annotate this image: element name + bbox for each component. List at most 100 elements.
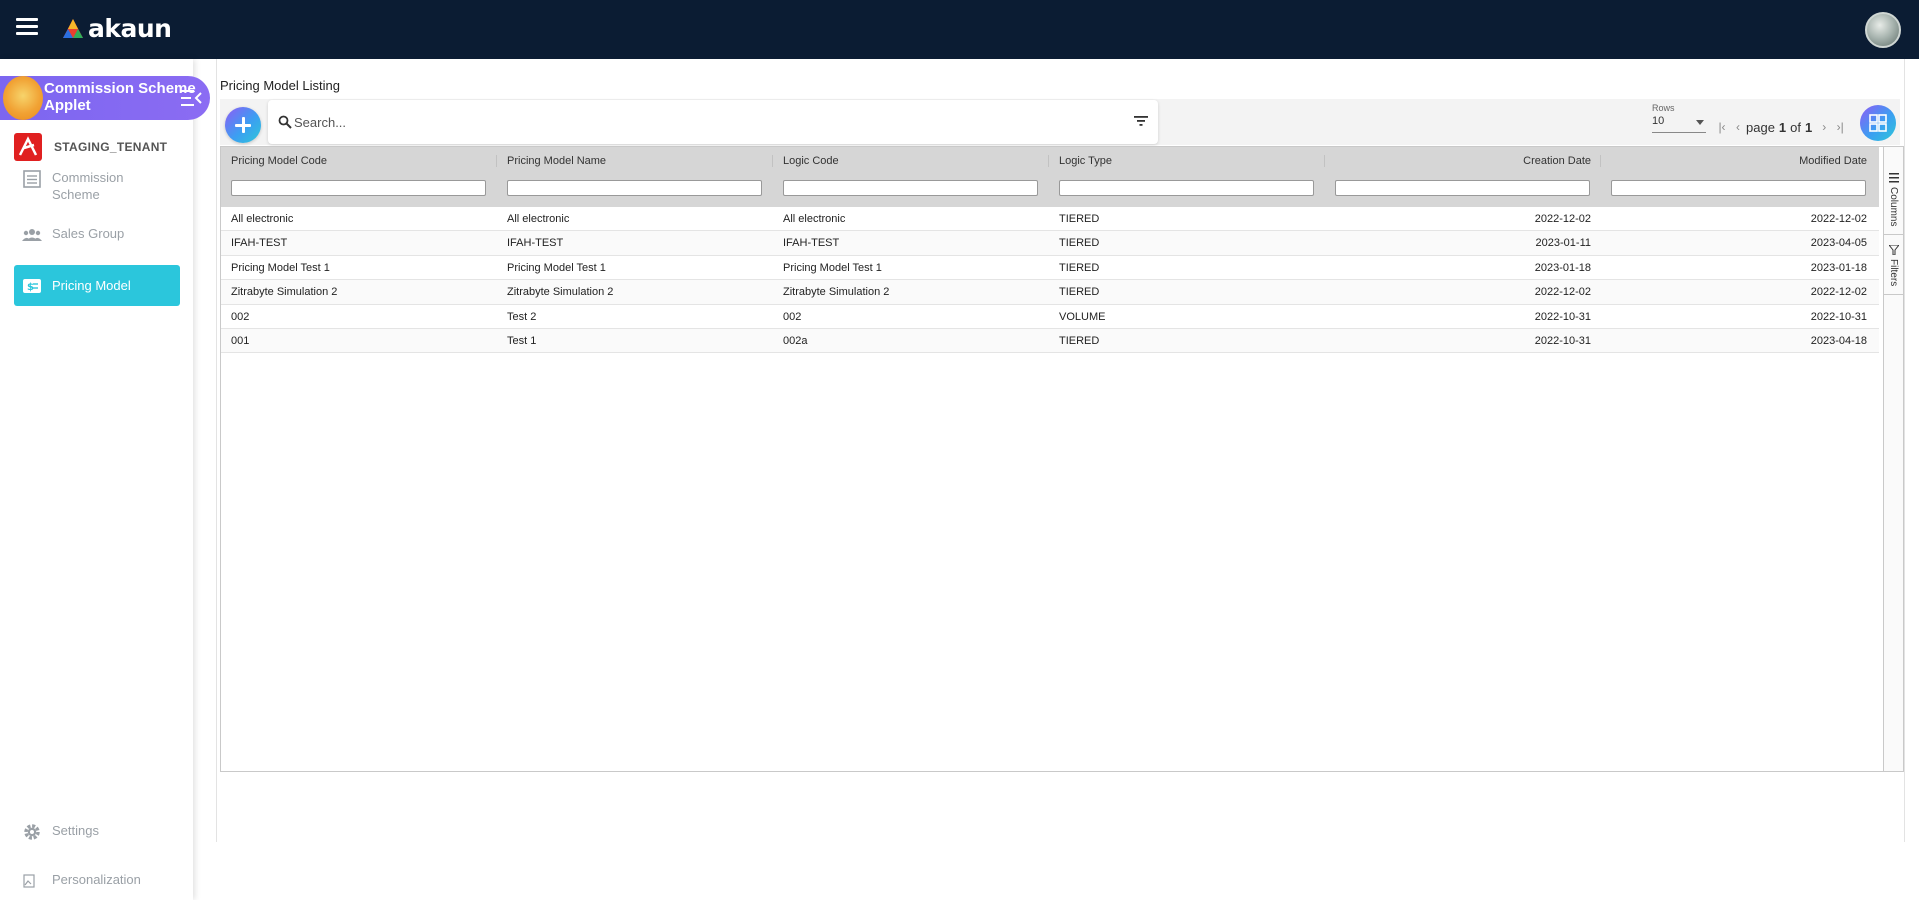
user-avatar[interactable] — [1865, 12, 1901, 48]
svg-text:$: $ — [27, 282, 34, 293]
table-cell: 002 — [231, 310, 250, 323]
rows-label: Rows — [1652, 103, 1675, 113]
table-cell: All electronic — [231, 213, 294, 225]
table-cell: Test 1 — [507, 334, 537, 347]
filter-funnel-icon — [1889, 245, 1899, 255]
applet-header: Commission Scheme Applet — [0, 76, 210, 120]
rows-per-page: Rows 10 — [1652, 103, 1706, 133]
table-header: Pricing Model Code Pricing Model Name Lo… — [221, 147, 1879, 207]
table-row[interactable]: IFAH-TEST IFAH-TEST IFAH-TEST TIERED 2023-01… — [221, 231, 1879, 256]
table-cell: 002 — [783, 310, 802, 323]
column-filter-input[interactable] — [783, 180, 1038, 196]
top-app-bar: akaun — [0, 0, 1919, 59]
tenant-name: STAGING_TENANT — [54, 140, 168, 154]
sidebar-item-settings[interactable]: Settings — [14, 822, 180, 842]
search-input[interactable] — [294, 112, 1094, 132]
akaun-logo[interactable]: akaun — [62, 14, 172, 43]
pricing-tag-icon: $ — [23, 278, 41, 293]
table-cell: 2022-12-02 — [1534, 213, 1591, 225]
hamburger-menu-icon[interactable] — [16, 18, 38, 40]
table-cell: TIERED — [1059, 213, 1100, 225]
tenant-logo-icon — [14, 133, 42, 161]
sidebar-item-label: Personalization — [52, 872, 141, 887]
column-filter-input[interactable] — [1059, 180, 1314, 196]
table-cell: TIERED — [1059, 237, 1100, 250]
sidebar: Commission Scheme Applet STAGING_TENANT … — [0, 59, 210, 900]
sidebar-item-commission-scheme[interactable]: Commission Scheme — [14, 169, 180, 203]
broken-image-icon — [23, 874, 35, 888]
table-cell: 2023-01-18 — [1810, 261, 1867, 274]
filters-tab[interactable]: Filters — [1884, 235, 1904, 295]
table-cell: Test 2 — [507, 310, 537, 323]
table-cell: 2023-01-18 — [1534, 261, 1591, 274]
table-row[interactable]: 002 Test 2 002 VOLUME 2022-10-31 2022-10-31 — [221, 305, 1879, 329]
column-filter-input[interactable] — [1611, 180, 1866, 196]
table-cell: TIERED — [1059, 286, 1100, 299]
sidebar-item-label: Sales Group — [52, 226, 125, 241]
column-header-creation-date[interactable]: Creation Date — [1325, 147, 1601, 175]
table-cell: 2022-10-31 — [1534, 334, 1591, 347]
grid-view-icon — [1869, 114, 1887, 132]
rows-value: 10 — [1652, 115, 1665, 127]
column-filter-row — [221, 177, 1879, 203]
table-cell: 2022-12-02 — [1810, 286, 1867, 299]
column-header-pricing-model-code[interactable]: Pricing Model Code — [221, 147, 497, 175]
table-row[interactable]: 001 Test 1 002a TIERED 2022-10-31 2023-04-18 — [221, 328, 1879, 354]
table-cell: 2022-10-31 — [1534, 310, 1591, 323]
chevron-down-icon — [1696, 120, 1704, 125]
last-page-icon[interactable]: ›| — [1832, 119, 1848, 135]
previous-page-icon[interactable]: ‹ — [1730, 119, 1746, 135]
column-header-logic-code[interactable]: Logic Code — [773, 147, 1049, 175]
next-page-icon[interactable]: › — [1816, 119, 1832, 135]
table-row[interactable]: All electronic All electronic All electron… — [221, 207, 1879, 232]
listing-toolbar: Rows 10 |‹ ‹ page 1 of 1 › ›| — [220, 99, 1900, 145]
table-row[interactable]: Zitrabyte Simulation 2 Zitrabyte Simulati… — [221, 280, 1879, 305]
sidebar-item-pricing-model[interactable]: $ Pricing Model — [14, 265, 180, 306]
columns-tab-label: Columns — [1888, 187, 1899, 227]
add-button[interactable] — [225, 107, 261, 143]
akaun-logo-icon — [63, 18, 83, 38]
table-cell: All electronic — [783, 213, 846, 225]
sidebar-item-sales-group[interactable]: Sales Group — [14, 225, 180, 245]
table-row[interactable]: Pricing Model Test 1 Pricing Model Test 1… — [221, 256, 1879, 281]
table-cell: 001 — [231, 334, 250, 347]
table-cell: 2022-12-02 — [1810, 213, 1867, 225]
table-cell: Pricing Model Test 1 — [507, 261, 606, 274]
table-cell: 2022-12-02 — [1534, 286, 1591, 299]
sidebar-item-label: Commission Scheme — [52, 170, 124, 202]
table-cell: VOLUME — [1059, 310, 1106, 323]
table-cell: TIERED — [1059, 334, 1100, 347]
column-filter-input[interactable] — [1335, 180, 1590, 196]
column-filter-input[interactable] — [231, 180, 486, 196]
filter-icon[interactable] — [1134, 115, 1148, 127]
table-cell: IFAH-TEST — [507, 237, 564, 250]
column-header-modified-date[interactable]: Modified Date — [1601, 147, 1877, 175]
sidebar-item-label: Pricing Model — [52, 278, 131, 293]
applet-logo-icon — [3, 76, 43, 120]
table-cell: 2023-01-11 — [1535, 237, 1591, 250]
filters-tab-label: Filters — [1888, 259, 1899, 287]
search-icon — [278, 115, 292, 129]
column-header-logic-type[interactable]: Logic Type — [1049, 147, 1325, 175]
side-panel-tabs: Columns Filters — [1883, 147, 1904, 771]
columns-tab[interactable]: Columns — [1884, 147, 1904, 235]
table-cell: Zitrabyte Simulation 2 — [231, 286, 338, 299]
table-cell: IFAH-TEST — [231, 237, 288, 250]
column-header-pricing-model-name[interactable]: Pricing Model Name — [497, 147, 773, 175]
table-cell: 2023-04-05 — [1810, 237, 1867, 250]
table-cell: Pricing Model Test 1 — [231, 261, 330, 274]
column-filter-input[interactable] — [507, 180, 762, 196]
group-icon — [22, 229, 42, 241]
rows-per-page-select[interactable]: 10 — [1652, 115, 1706, 133]
columns-icon — [1889, 173, 1899, 183]
sidebar-item-personalization[interactable]: Personalization — [14, 871, 180, 891]
table-cell: 2022-10-31 — [1810, 310, 1867, 323]
document-list-icon — [23, 170, 41, 188]
first-page-icon[interactable]: |‹ — [1714, 119, 1730, 135]
grid-view-button[interactable] — [1860, 105, 1896, 141]
tenant-switcher[interactable]: STAGING_TENANT — [14, 133, 167, 161]
table-cell: Zitrabyte Simulation 2 — [507, 286, 614, 299]
logo-text: akaun — [88, 14, 172, 43]
collapse-sidebar-icon[interactable] — [181, 88, 203, 108]
page-current: 1 — [1778, 119, 1787, 135]
